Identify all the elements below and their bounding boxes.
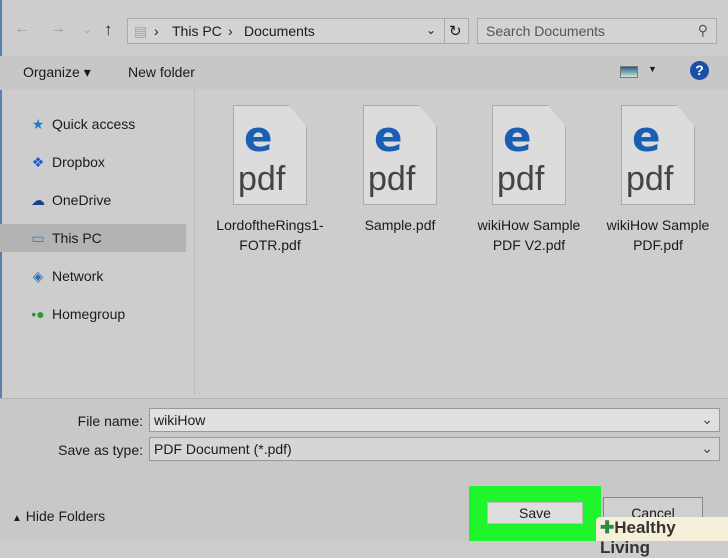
- file-name: Sample.pdf: [364, 217, 436, 233]
- toolbar: Organize ▾ New folder ▼ ?: [0, 56, 728, 90]
- navigation-pane: ★ Quick access ❖ Dropbox ☁ OneDrive ▭ This P…: [0, 90, 188, 395]
- pdf-file-icon: e pdf: [492, 105, 566, 205]
- folder-icon: ▤: [134, 23, 148, 39]
- new-folder-button[interactable]: New folder: [128, 64, 195, 80]
- sidebar-item-onedrive[interactable]: ☁ OneDrive: [0, 186, 186, 214]
- file-name-label: File name:: [77, 413, 143, 429]
- sidebar-item-this-pc[interactable]: ▭ This PC: [0, 224, 186, 252]
- chevron-down-icon[interactable]: ⌄: [701, 411, 713, 428]
- file-item[interactable]: e pdf wikiHow Sample PDF V2.pdf: [464, 105, 594, 255]
- recent-dropdown-icon[interactable]: ⌄: [83, 25, 91, 49]
- file-name: wikiHow Sample PDF.pdf: [606, 217, 710, 253]
- chevron-down-icon[interactable]: ⌄: [426, 23, 436, 37]
- hide-folders-button[interactable]: ▲ Hide Folders: [12, 508, 105, 524]
- breadcrumb-this-pc[interactable]: This PC: [172, 23, 222, 39]
- file-item[interactable]: e pdf Sample.pdf: [335, 105, 465, 235]
- save-type-label: Save as type:: [58, 442, 143, 458]
- homegroup-icon: •●: [31, 306, 45, 322]
- sidebar-item-dropbox[interactable]: ❖ Dropbox: [0, 148, 186, 176]
- plus-icon: ✚: [600, 518, 615, 537]
- sidebar-item-network[interactable]: ◈ Network: [0, 262, 186, 290]
- file-name: wikiHow Sample PDF V2.pdf: [477, 217, 581, 253]
- pdf-file-icon: e pdf: [621, 105, 695, 205]
- file-name-input[interactable]: wikiHow ⌄: [149, 408, 720, 432]
- pdf-file-icon: e pdf: [363, 105, 437, 205]
- back-icon[interactable]: ←: [14, 20, 30, 44]
- file-name: LordoftheRings1-FOTR.pdf: [216, 217, 324, 253]
- pane-divider[interactable]: [194, 90, 195, 395]
- view-dropdown-icon[interactable]: ▼: [648, 64, 657, 74]
- help-icon[interactable]: ?: [690, 61, 709, 80]
- pdf-file-icon: e pdf: [233, 105, 307, 205]
- view-icon[interactable]: [620, 66, 638, 78]
- forward-icon[interactable]: →: [50, 20, 66, 44]
- address-bar[interactable]: ▤ › This PC › Documents ⌄ ↻: [127, 18, 469, 44]
- computer-icon: ▭: [31, 229, 45, 246]
- watermark: ✚Healthy Living: [596, 517, 728, 557]
- search-input[interactable]: Search Documents ⚲: [477, 18, 717, 44]
- refresh-icon[interactable]: ↻: [449, 22, 462, 40]
- sidebar-item-quick-access[interactable]: ★ Quick access: [0, 110, 186, 138]
- search-icon[interactable]: ⚲: [698, 22, 708, 39]
- cloud-icon: ☁: [31, 191, 45, 208]
- file-item[interactable]: e pdf wikiHow Sample PDF.pdf: [593, 105, 723, 255]
- dropbox-icon: ❖: [31, 153, 45, 170]
- up-icon[interactable]: ↑: [104, 20, 113, 44]
- breadcrumb-documents[interactable]: Documents: [244, 23, 315, 39]
- star-icon: ★: [31, 115, 45, 132]
- organize-button[interactable]: Organize ▾: [23, 64, 91, 81]
- network-icon: ◈: [32, 267, 44, 284]
- save-type-select[interactable]: PDF Document (*.pdf) ⌄: [149, 437, 720, 461]
- sidebar-item-homegroup[interactable]: •● Homegroup: [0, 300, 186, 328]
- file-item[interactable]: e pdf LordoftheRings1-FOTR.pdf: [205, 105, 335, 255]
- chevron-down-icon: ⌄: [701, 440, 713, 456]
- chevron-up-icon: ▲: [12, 513, 22, 524]
- save-button[interactable]: Save: [487, 502, 583, 524]
